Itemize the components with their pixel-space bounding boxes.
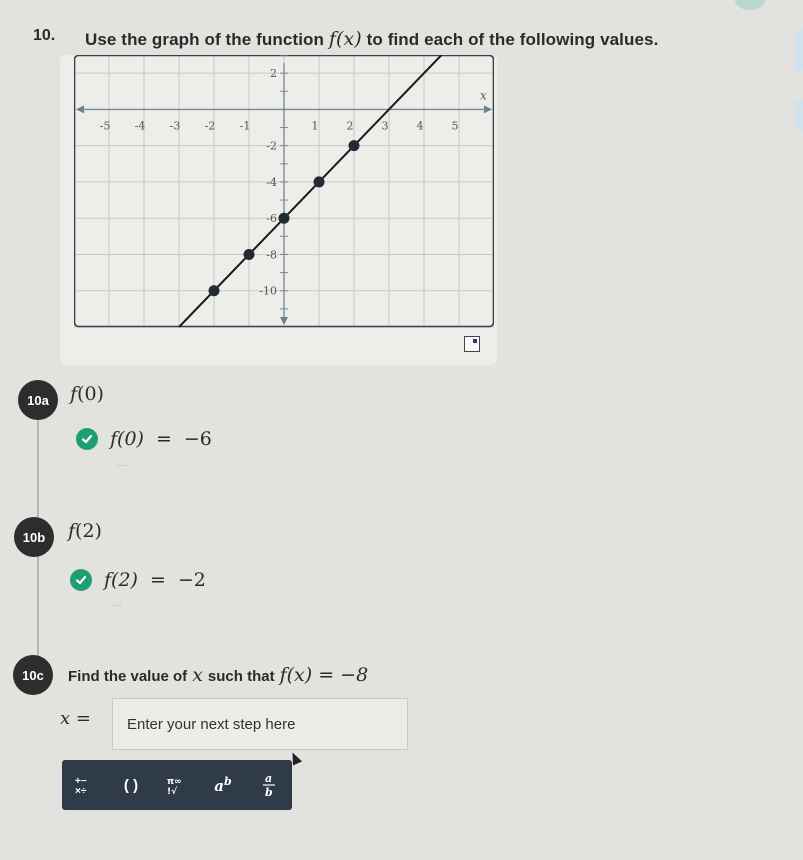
prompt-math: f(x) = −8 (279, 664, 369, 686)
x-axis-arrow-right (484, 105, 492, 114)
check-icon (70, 569, 92, 591)
symbols-button[interactable]: π∞ !√ (157, 765, 197, 805)
math-toolbar: +− ×÷ ( ) π∞ !√ ab a b (62, 760, 292, 810)
exponent-icon: ab (214, 775, 232, 795)
more-options-10a[interactable]: … (117, 458, 128, 469)
svg-text:!√: !√ (167, 786, 178, 795)
x-tick-label: -5 (100, 119, 111, 132)
x-axis-arrow-left (76, 105, 84, 114)
question-text-before: Use the graph of the function (85, 30, 325, 49)
x-tick-label: -2 (205, 119, 216, 132)
data-point (313, 176, 325, 188)
expand-graph-icon[interactable] (464, 336, 480, 352)
part-badge-10a: 10a (18, 380, 58, 420)
operators-button[interactable]: +− ×÷ (65, 765, 105, 805)
y-axis-arrow-down (280, 317, 288, 325)
y-tick-label: -4 (266, 176, 277, 189)
operators-icon: +− ×÷ (75, 776, 87, 795)
prompt-text2: such that (207, 668, 275, 685)
x-tick-label: 3 (382, 119, 389, 132)
answer-row-10b: f(2) = −2 (70, 569, 206, 591)
x-tick-label: -1 (240, 119, 251, 132)
y-tick-label: -8 (266, 248, 277, 261)
y-tick-label: -6 (266, 212, 277, 225)
part-prompt-10c: Find the value of x such that f(x) = −8 (68, 664, 368, 686)
answer-rhs: −2 (177, 569, 206, 591)
prompt-fn: f (68, 520, 76, 542)
data-point (348, 140, 360, 152)
scrollbar-fragment (795, 100, 803, 130)
input-label: x = (60, 708, 91, 729)
prompt-arg: (0) (77, 383, 104, 405)
more-options-10b[interactable]: … (112, 598, 123, 609)
question-text-after: to find each of the following values. (366, 30, 659, 49)
answer-equals: = (155, 428, 172, 450)
x-tick-label: 2 (347, 119, 354, 132)
answer-lhs: f(0) (110, 428, 144, 450)
parentheses-icon: ( ) (123, 776, 139, 794)
prompt-fn: f (70, 383, 78, 405)
check-icon (76, 428, 98, 450)
fraction-icon: a b (263, 772, 275, 798)
exponent-button[interactable]: ab (203, 765, 243, 805)
y-tick-label: -10 (259, 285, 277, 298)
y-tick-label: 2 (270, 67, 277, 80)
x-tick-label: -4 (135, 119, 146, 132)
y-tick-label: -2 (266, 140, 277, 153)
question-math: f(x) (328, 28, 362, 50)
scrollbar-fragment (795, 30, 803, 70)
answer-row-10a: f(0) = −6 (76, 428, 212, 450)
answer-rhs: −6 (183, 428, 212, 450)
svg-text:b: b (265, 786, 273, 798)
x-tick-label: 1 (312, 119, 319, 132)
x-axis-label: x (480, 88, 487, 102)
part-prompt-10a: f(0) (70, 383, 104, 405)
x-tick-label: 4 (417, 119, 424, 132)
function-line (178, 55, 443, 328)
decorative-blob (735, 0, 765, 10)
question-number: 10. (33, 27, 56, 44)
function-graph: -5 -4 -3 -2 -1 1 2 3 4 5 2 -2 -4 -6 -8 -10 x (74, 55, 494, 328)
graph-card: -5 -4 -3 -2 -1 1 2 3 4 5 2 -2 -4 -6 -8 -10 x (60, 55, 497, 365)
fraction-button[interactable]: a b (249, 765, 289, 805)
data-point (278, 212, 290, 224)
prompt-arg: (2) (75, 520, 102, 542)
part-prompt-10b: f(2) (68, 520, 102, 542)
data-point (208, 285, 220, 297)
prompt-var: x (192, 664, 203, 686)
part-badge-10b: 10b (14, 517, 54, 557)
x-tick-label: -3 (170, 119, 181, 132)
answer-lhs: f(2) (104, 569, 138, 591)
svg-text:π∞: π∞ (167, 777, 182, 787)
question-text: Use the graph of the function f(x) to fi… (85, 28, 658, 50)
data-point (243, 248, 255, 260)
svg-text:a: a (265, 772, 272, 785)
part-badge-10c: 10c (13, 655, 53, 695)
answer-input[interactable] (112, 698, 408, 750)
prompt-text: Find the value of (68, 668, 188, 685)
symbols-icon: π∞ !√ (167, 777, 182, 795)
parentheses-button[interactable]: ( ) (111, 765, 151, 805)
x-tick-label: 5 (452, 119, 459, 132)
svg-text:×÷: ×÷ (75, 786, 87, 795)
answer-equals: = (149, 569, 166, 591)
